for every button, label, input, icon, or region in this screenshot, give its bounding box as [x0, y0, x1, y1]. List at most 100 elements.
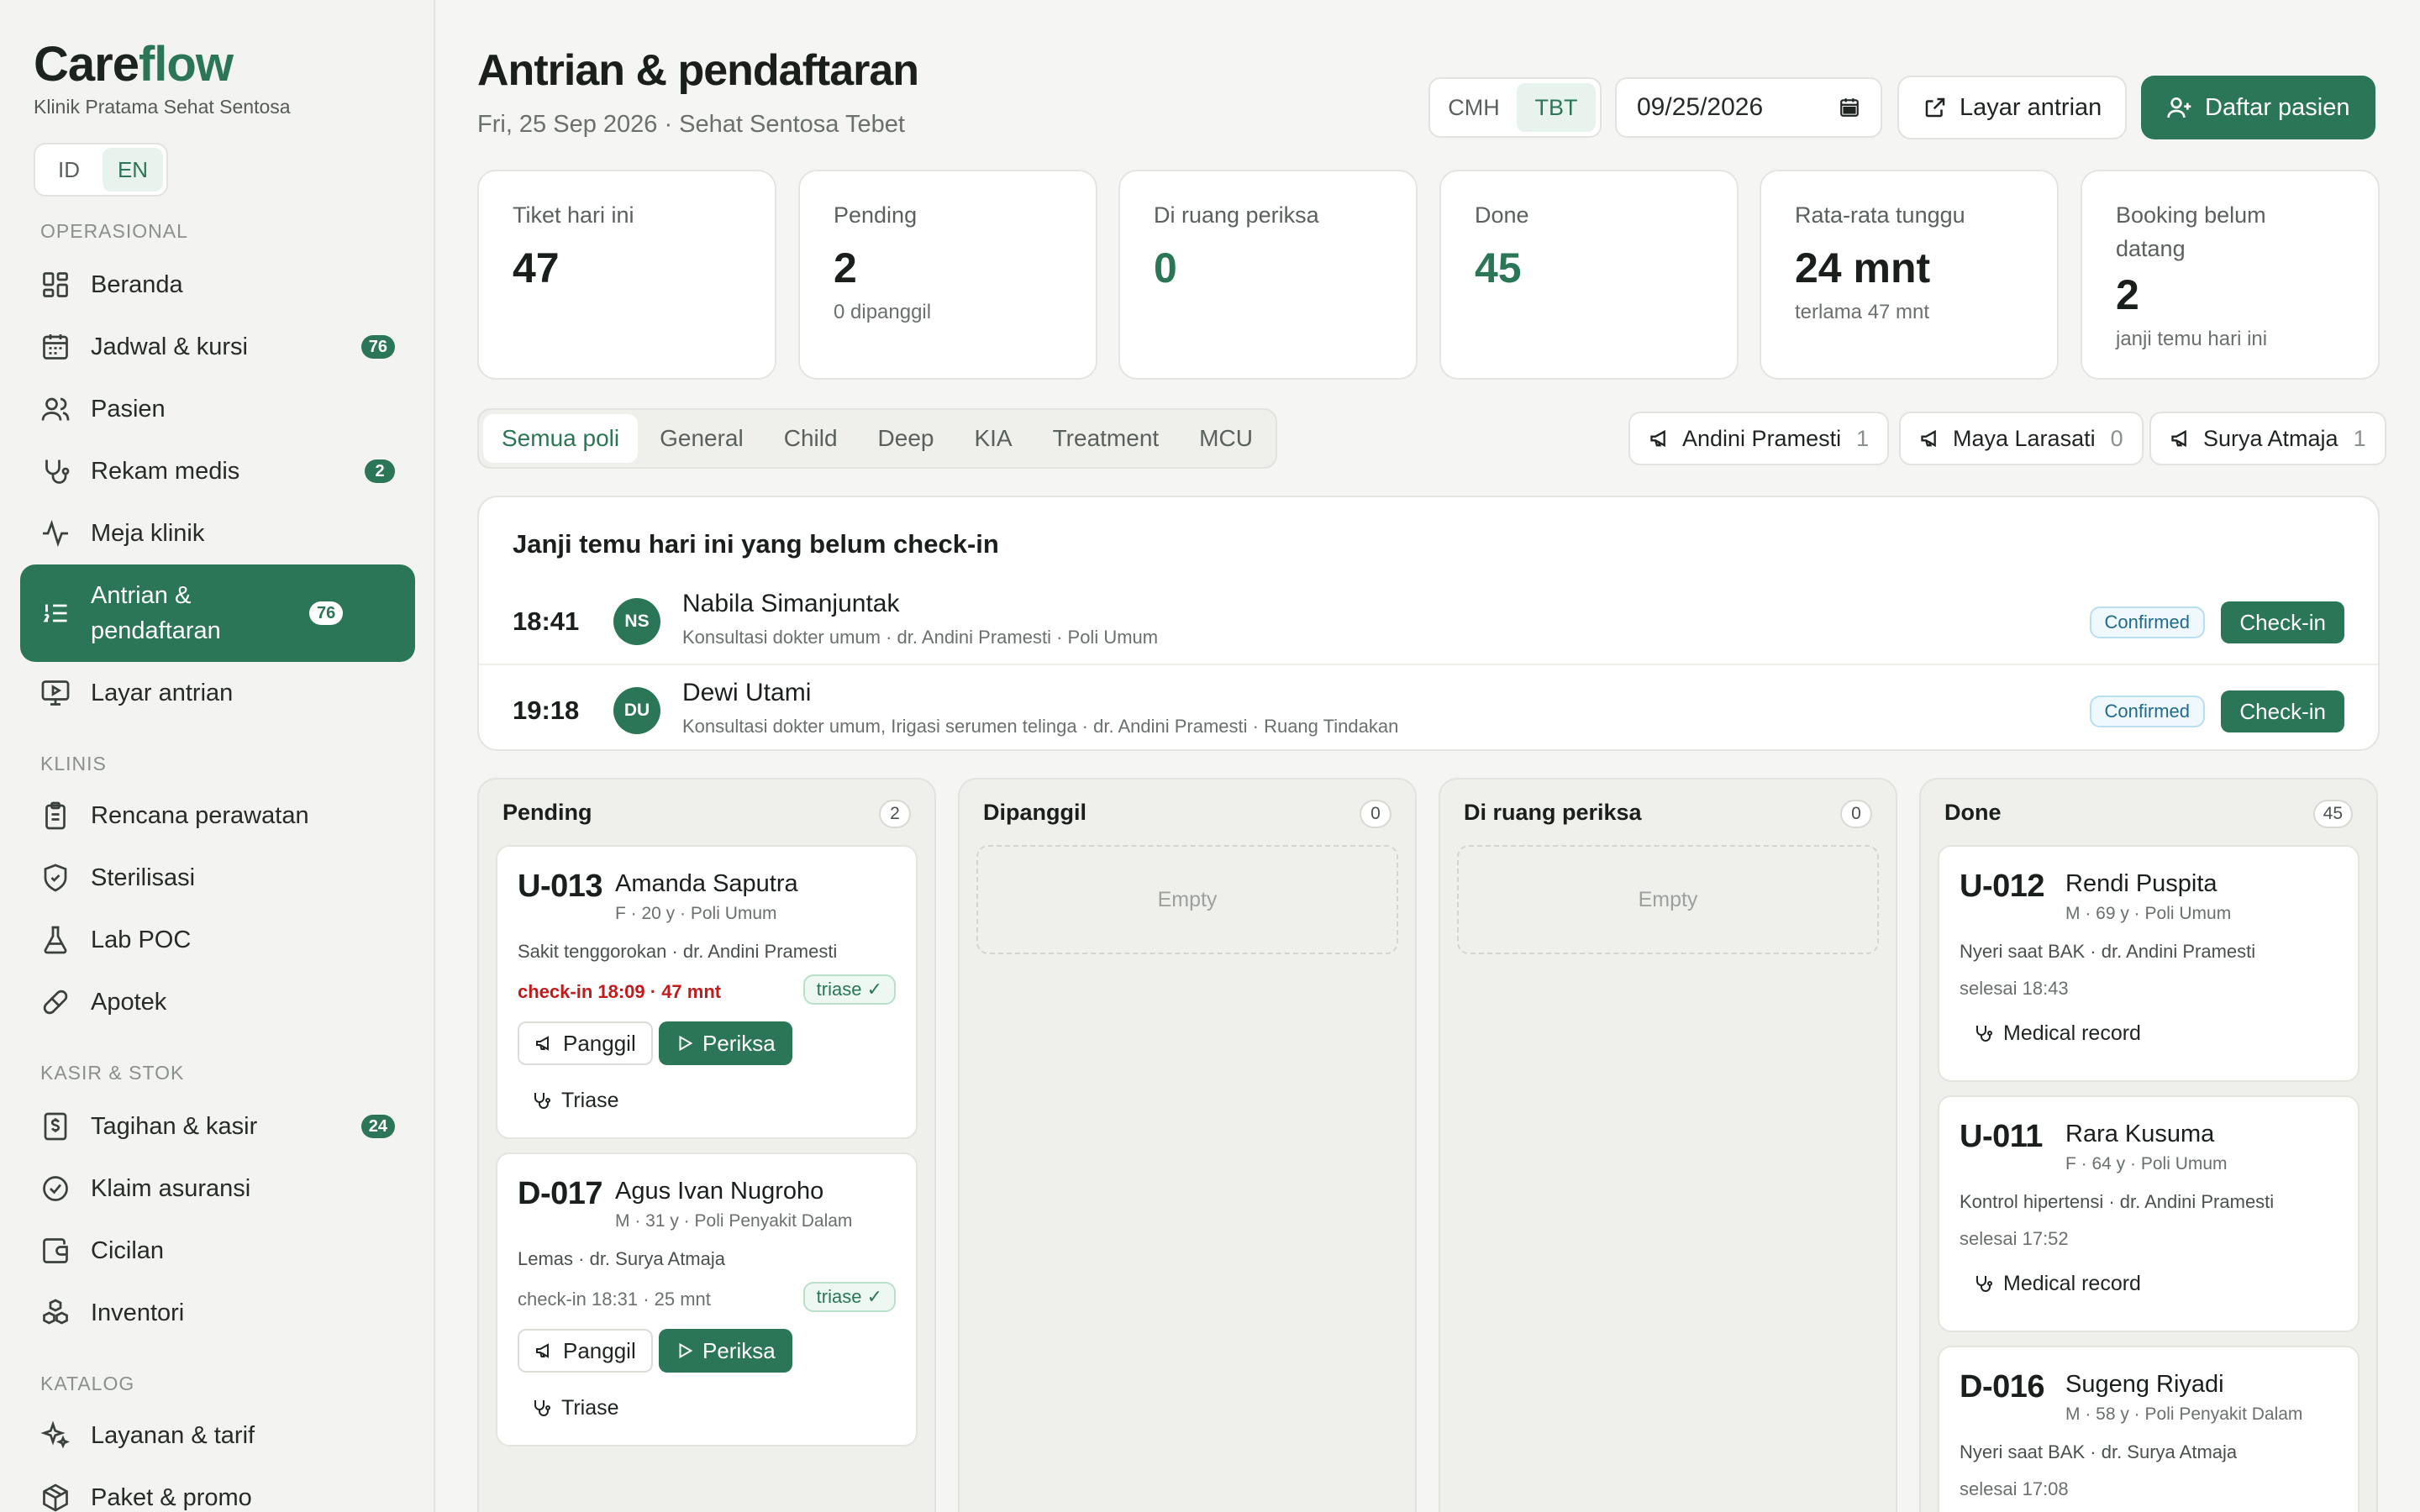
sidebar-item-rekam-medis[interactable]: Rekam medis 2	[20, 442, 415, 501]
stat-sub: 0 dipanggil	[834, 301, 932, 323]
call-button[interactable]: Panggil	[518, 1021, 653, 1065]
tab-deep[interactable]: Deep	[860, 414, 953, 463]
patient-meta: F · 64 y · Poli Umum	[2065, 1154, 2228, 1173]
page-title: Antrian & pendaftaran	[477, 46, 919, 95]
sidebar-item-lab-poc[interactable]: Lab POC	[20, 911, 415, 969]
sidebar-item-beranda[interactable]: Beranda	[20, 255, 415, 314]
sidebar-item-label: Inventori	[91, 1299, 185, 1326]
sidebar-item-label: Beranda	[91, 270, 183, 298]
sidebar-item-sterilisasi[interactable]: Sterilisasi	[20, 848, 415, 907]
sidebar-item-label: Jadwal & kursi	[91, 333, 248, 360]
check-in-button[interactable]: Check-in	[2221, 601, 2344, 643]
ticket-code: U-012	[1960, 869, 2045, 904]
sidebar-item-badge: 76	[360, 335, 395, 359]
queue-ticket-card[interactable]: U-011 Rara Kusuma F · 64 y · Poli Umum K…	[1938, 1095, 2360, 1332]
column-title: Pending	[502, 800, 592, 825]
sidebar-item-paket[interactable]: Paket & promo	[20, 1468, 415, 1512]
check-in-time: check-in 18:09 · 47 mnt	[518, 981, 722, 1002]
triage-label: Triase	[561, 1088, 619, 1112]
examine-button[interactable]: Periksa	[659, 1329, 792, 1373]
appointment-detail: Konsultasi dokter umum, Irigasi serumen …	[682, 716, 1399, 737]
stat-sub: terlama 47 mnt	[1795, 301, 1930, 323]
doctor-call-button[interactable]: Andini Pramesti 1	[1628, 412, 1890, 465]
column-count: 0	[1360, 800, 1392, 828]
patient-name: Rara Kusuma	[2065, 1121, 2215, 1147]
examine-label: Periksa	[702, 1030, 776, 1056]
sparkles-icon	[40, 1420, 70, 1449]
queue-screen-button[interactable]: Layar antrian	[1897, 76, 2128, 139]
empty-placeholder: Empty	[976, 845, 1398, 954]
tab-semua-poli[interactable]: Semua poli	[483, 414, 639, 463]
sidebar-item-label: Pasien	[91, 395, 166, 423]
lang-option-en[interactable]: EN	[103, 148, 163, 192]
doctor-count: 0	[2110, 425, 2123, 451]
sidebar-item-tagihan[interactable]: Tagihan & kasir 24	[20, 1097, 415, 1156]
stat-card-in-room: Di ruang periksa 0	[1118, 170, 1418, 380]
register-patient-label: Daftar pasien	[2205, 93, 2350, 121]
medical-record-button[interactable]: Medical record	[1973, 1015, 2141, 1052]
date-input[interactable]: 09/25/2026	[1615, 77, 1882, 138]
triage-button[interactable]: Triase	[518, 1391, 619, 1425]
medical-record-button[interactable]: Medical record	[1973, 1265, 2141, 1302]
tab-kia[interactable]: KIA	[955, 414, 1030, 463]
medical-record-label: Medical record	[2003, 1271, 2141, 1295]
queue-ticket-card[interactable]: U-012 Rendi Puspita M · 69 y · Poli Umum…	[1938, 845, 2360, 1082]
lang-option-id[interactable]: ID	[39, 148, 99, 192]
sidebar-item-label: Rencana perawatan	[91, 801, 309, 829]
tab-child[interactable]: Child	[765, 414, 856, 463]
sidebar-item-klaim[interactable]: Klaim asuransi	[20, 1159, 415, 1218]
sidebar-item-cicilan[interactable]: Cicilan	[20, 1221, 415, 1280]
branch-toggle: CMH TBT	[1428, 77, 1602, 138]
triage-button[interactable]: Triase	[518, 1084, 619, 1117]
play-icon	[679, 1342, 693, 1359]
call-button[interactable]: Panggil	[518, 1329, 653, 1373]
tab-general[interactable]: General	[641, 414, 762, 463]
board-column-in-room: Di ruang periksa 0 Empty	[1439, 778, 1897, 1512]
tab-treatment[interactable]: Treatment	[1034, 414, 1178, 463]
register-patient-button[interactable]: Daftar pasien	[2141, 76, 2375, 139]
brand-logo[interactable]: Careflow	[34, 37, 234, 92]
stat-value: 24 mnt	[1795, 244, 1931, 291]
avatar: DU	[613, 687, 660, 734]
avatar: NS	[613, 598, 660, 645]
sidebar-item-badge: 2	[365, 459, 395, 483]
complaint-doctor: Kontrol hipertensi · dr. Andini Pramesti	[1960, 1191, 2275, 1212]
doctor-call-button[interactable]: Surya Atmaja 1	[2149, 412, 2386, 465]
calendar-icon[interactable]	[1839, 97, 1860, 118]
sidebar-item-label: Lab POC	[91, 926, 192, 953]
doctor-name: Maya Larasati	[1953, 425, 2096, 451]
sidebar-item-layanan[interactable]: Layanan & tarif	[20, 1406, 415, 1465]
sidebar-item-label: Sterilisasi	[91, 864, 196, 891]
pill-icon	[43, 990, 68, 1015]
sidebar-item-rencana-perawatan[interactable]: Rencana perawatan	[20, 786, 415, 845]
calendar-icon	[43, 334, 68, 360]
appointment-time: 19:18	[513, 696, 580, 725]
branch-option-cmh[interactable]: CMH	[1434, 83, 1513, 132]
column-count: 2	[879, 800, 911, 828]
clinic-name: Klinik Pratama Sehat Sentosa	[34, 96, 291, 118]
sidebar-item-badge: 76	[309, 601, 344, 625]
appointment-row: 18:41 NS Nabila Simanjuntak Konsultasi d…	[479, 578, 2378, 665]
sidebar-item-jadwal[interactable]: Jadwal & kursi 76	[20, 318, 415, 376]
sidebar-item-antrian[interactable]: Antrian & pendaftaran 76	[20, 564, 415, 662]
wallet-icon	[43, 1238, 68, 1263]
queue-ticket-card[interactable]: D-016 Sugeng Riyadi M · 58 y · Poli Peny…	[1938, 1346, 2360, 1512]
check-circle-icon	[43, 1176, 68, 1201]
sidebar-item-inventori[interactable]: Inventori	[20, 1284, 415, 1342]
branch-option-tbt[interactable]: TBT	[1517, 83, 1596, 132]
queue-ticket-card[interactable]: D-017 Agus Ivan Nugroho M · 31 y · Poli …	[496, 1152, 918, 1446]
sidebar-item-pasien[interactable]: Pasien	[20, 380, 415, 438]
check-in-button[interactable]: Check-in	[2221, 690, 2344, 732]
sidebar-item-layar-antrian[interactable]: Layar antrian	[20, 664, 415, 722]
doctor-name: Andini Pramesti	[1682, 425, 1842, 451]
complaint-doctor: Nyeri saat BAK · dr. Surya Atmaja	[1960, 1441, 2238, 1462]
sidebar-item-apotek[interactable]: Apotek	[20, 973, 415, 1032]
doctor-call-button[interactable]: Maya Larasati 0	[1899, 412, 2144, 465]
monitor-icon	[41, 680, 70, 706]
external-link-icon	[1925, 97, 1945, 118]
sidebar-item-meja-klinik[interactable]: Meja klinik	[20, 504, 415, 563]
tab-mcu[interactable]: MCU	[1181, 414, 1271, 463]
examine-button[interactable]: Periksa	[659, 1021, 792, 1065]
patient-meta: F · 20 y · Poli Umum	[615, 904, 777, 923]
queue-ticket-card[interactable]: U-013 Amanda Saputra F · 20 y · Poli Umu…	[496, 845, 918, 1139]
